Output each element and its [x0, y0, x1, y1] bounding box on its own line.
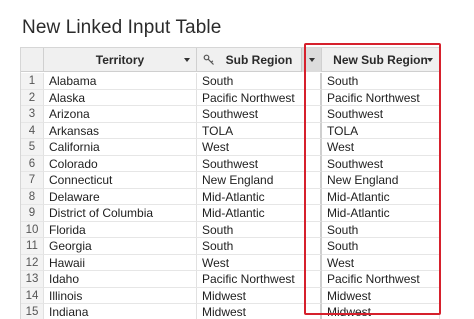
chevron-down-icon[interactable]	[184, 58, 190, 62]
sub-region-cell[interactable]: South	[197, 73, 322, 90]
new-sub-region-cell[interactable]: Southwest	[322, 106, 440, 123]
territory-cell[interactable]: Idaho	[44, 271, 197, 288]
column-menu-button[interactable]	[301, 48, 321, 72]
table-header: Territory Sub Region New Sub Region	[21, 48, 440, 72]
sub-region-cell[interactable]: Mid-Atlantic	[197, 188, 322, 205]
sub-region-cell[interactable]: Midwest	[197, 287, 322, 304]
new-sub-region-cell[interactable]: Pacific Northwest	[322, 89, 440, 106]
territory-cell[interactable]: Illinois	[44, 287, 197, 304]
row-number-cell: 2	[21, 89, 44, 106]
sub-region-cell[interactable]: Southwest	[197, 155, 322, 172]
new-sub-region-cell[interactable]: TOLA	[322, 122, 440, 139]
sub-region-cell[interactable]: South	[197, 221, 322, 238]
row-number-cell: 7	[21, 172, 44, 189]
row-number-cell: 10	[21, 221, 44, 238]
table-row: 6 Colorado Southwest Southwest	[21, 155, 440, 172]
new-sub-region-cell[interactable]: West	[322, 139, 440, 156]
new-sub-region-cell[interactable]: Midwest	[322, 304, 440, 319]
sub-region-cell[interactable]: New England	[197, 172, 322, 189]
row-number-header	[21, 48, 44, 72]
sub-region-cell[interactable]: Pacific Northwest	[197, 271, 322, 288]
territory-cell[interactable]: Connecticut	[44, 172, 197, 189]
table-row: 13 Idaho Pacific Northwest Pacific Northwes…	[21, 271, 440, 288]
column-header-new-sub-region-label: New Sub Region	[333, 53, 428, 67]
row-number-cell: 6	[21, 155, 44, 172]
column-header-sub-region[interactable]: Sub Region	[197, 48, 322, 72]
table-row: 4 Arkansas TOLA TOLA	[21, 122, 440, 139]
territory-cell[interactable]: California	[44, 139, 197, 156]
column-header-territory[interactable]: Territory	[44, 48, 197, 72]
sub-region-cell[interactable]: Midwest	[197, 304, 322, 319]
column-header-new-sub-region[interactable]: New Sub Region	[322, 48, 440, 72]
new-sub-region-cell[interactable]: Mid-Atlantic	[322, 188, 440, 205]
table-row: 12 Hawaii West West	[21, 254, 440, 271]
table-row: 1 Alabama South South	[21, 73, 440, 90]
new-sub-region-cell[interactable]: West	[322, 254, 440, 271]
sub-region-cell[interactable]: Pacific Northwest	[197, 89, 322, 106]
table-row: 11 Georgia South South	[21, 238, 440, 255]
row-number-cell: 5	[21, 139, 44, 156]
table-row: 8 Delaware Mid-Atlantic Mid-Atlantic	[21, 188, 440, 205]
row-number-cell: 12	[21, 254, 44, 271]
row-number-cell: 8	[21, 188, 44, 205]
table-row: 10 Florida South South	[21, 221, 440, 238]
column-header-sub-region-label: Sub Region	[225, 53, 293, 67]
table-row: 5 California West West	[21, 139, 440, 156]
new-sub-region-cell[interactable]: Southwest	[322, 155, 440, 172]
territory-cell[interactable]: Hawaii	[44, 254, 197, 271]
row-number-cell: 13	[21, 271, 44, 288]
row-number-cell: 15	[21, 304, 44, 319]
linked-input-table: Territory Sub Region New Sub Region 1 Ala…	[20, 47, 440, 319]
table-row: 15 Indiana Midwest Midwest	[21, 304, 440, 319]
new-sub-region-cell[interactable]: South	[322, 238, 440, 255]
territory-cell[interactable]: Florida	[44, 221, 197, 238]
territory-cell[interactable]: Colorado	[44, 155, 197, 172]
table-row: 3 Arizona Southwest Southwest	[21, 106, 440, 123]
territory-cell[interactable]: Delaware	[44, 188, 197, 205]
row-number-cell: 1	[21, 73, 44, 90]
territory-cell[interactable]: Indiana	[44, 304, 197, 319]
table-row: 2 Alaska Pacific Northwest Pacific Northwes…	[21, 89, 440, 106]
page-title: New Linked Input Table	[22, 17, 222, 38]
row-number-cell: 11	[21, 238, 44, 255]
sub-region-cell[interactable]: West	[197, 254, 322, 271]
territory-cell[interactable]: Georgia	[44, 238, 197, 255]
new-sub-region-cell[interactable]: Midwest	[322, 287, 440, 304]
chevron-down-icon[interactable]	[427, 58, 433, 62]
chevron-down-icon	[309, 58, 315, 62]
new-sub-region-cell[interactable]: South	[322, 73, 440, 90]
territory-cell[interactable]: District of Columbia	[44, 205, 197, 222]
sub-region-cell[interactable]: Southwest	[197, 106, 322, 123]
sub-region-cell[interactable]: TOLA	[197, 122, 322, 139]
new-sub-region-cell[interactable]: Pacific Northwest	[322, 271, 440, 288]
sub-region-cell[interactable]: Mid-Atlantic	[197, 205, 322, 222]
row-number-cell: 3	[21, 106, 44, 123]
column-header-territory-label: Territory	[95, 53, 145, 67]
sub-region-cell[interactable]: South	[197, 238, 322, 255]
table-row: 9 District of Columbia Mid-Atlantic Mid-Atl…	[21, 205, 440, 222]
sub-region-cell[interactable]: West	[197, 139, 322, 156]
new-sub-region-cell[interactable]: New England	[322, 172, 440, 189]
territory-cell[interactable]: Alaska	[44, 89, 197, 106]
new-sub-region-cell[interactable]: South	[322, 221, 440, 238]
row-number-cell: 9	[21, 205, 44, 222]
territory-cell[interactable]: Arkansas	[44, 122, 197, 139]
row-number-cell: 4	[21, 122, 44, 139]
territory-cell[interactable]: Arizona	[44, 106, 197, 123]
territory-cell[interactable]: Alabama	[44, 73, 197, 90]
new-sub-region-cell[interactable]: Mid-Atlantic	[322, 205, 440, 222]
table-row: 7 Connecticut New England New England	[21, 172, 440, 189]
table-row: 14 Illinois Midwest Midwest	[21, 287, 440, 304]
row-number-cell: 14	[21, 287, 44, 304]
key-icon	[203, 54, 214, 65]
